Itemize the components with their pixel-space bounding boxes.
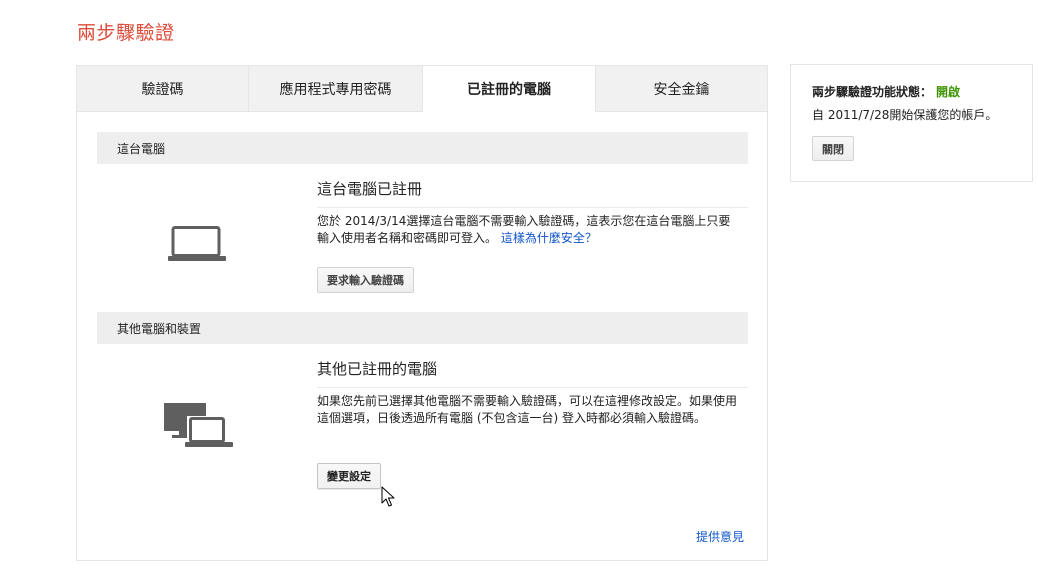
feedback-link[interactable]: 提供意見 (696, 528, 744, 545)
status-value: 開啟 (936, 85, 961, 99)
mouse-pointer-icon (381, 486, 395, 507)
why-secure-link[interactable]: 這樣為什麼安全？ (501, 231, 597, 245)
change-settings-button[interactable]: 變更設定 (317, 463, 381, 489)
status-panel: 兩步驟驗證功能狀態： 開啟 自 2011/7/28開始保護您的帳戶。 關閉 (790, 64, 1033, 182)
tab-verification-codes[interactable]: 驗證碼 (77, 66, 249, 112)
section-header-other-computers: 其他電腦和裝置 (97, 312, 748, 344)
this-computer-title: 這台電腦已註冊 (317, 178, 748, 208)
require-code-button[interactable]: 要求輸入驗證碼 (317, 267, 414, 293)
other-computers-title: 其他已註冊的電腦 (317, 358, 748, 388)
status-line: 兩步驟驗證功能狀態： 開啟 (812, 83, 960, 100)
tab-registered-computers[interactable]: 已註冊的電腦 (423, 66, 596, 112)
status-label: 兩步驟驗證功能狀態： (812, 85, 933, 99)
other-computers-description: 如果您先前已選擇其他電腦不需要輸入驗證碼，可以在這裡修改設定。如果使用這個選項，… (317, 394, 738, 425)
turn-off-button[interactable]: 關閉 (812, 136, 854, 161)
tab-app-passwords[interactable]: 應用程式專用密碼 (249, 66, 423, 112)
page-title: 兩步驟驗證 (77, 22, 175, 44)
tab-bar: 驗證碼 應用程式專用密碼 已註冊的電腦 安全金鑰 (77, 66, 767, 112)
protected-since-text: 自 2011/7/28開始保護您的帳戶。 (812, 108, 998, 122)
main-panel: 驗證碼 應用程式專用密碼 已註冊的電腦 安全金鑰 這台電腦 這台電腦已註冊 您於… (76, 65, 768, 561)
section-header-this-computer: 這台電腦 (97, 132, 748, 164)
multiple-devices-icon (164, 403, 233, 447)
this-computer-description: 您於 2014/3/14選擇這台電腦不需要輸入驗證碼，這表示您在這台電腦上只要輸… (317, 213, 737, 247)
tab-security-keys[interactable]: 安全金鑰 (596, 66, 767, 112)
laptop-icon (168, 226, 226, 261)
